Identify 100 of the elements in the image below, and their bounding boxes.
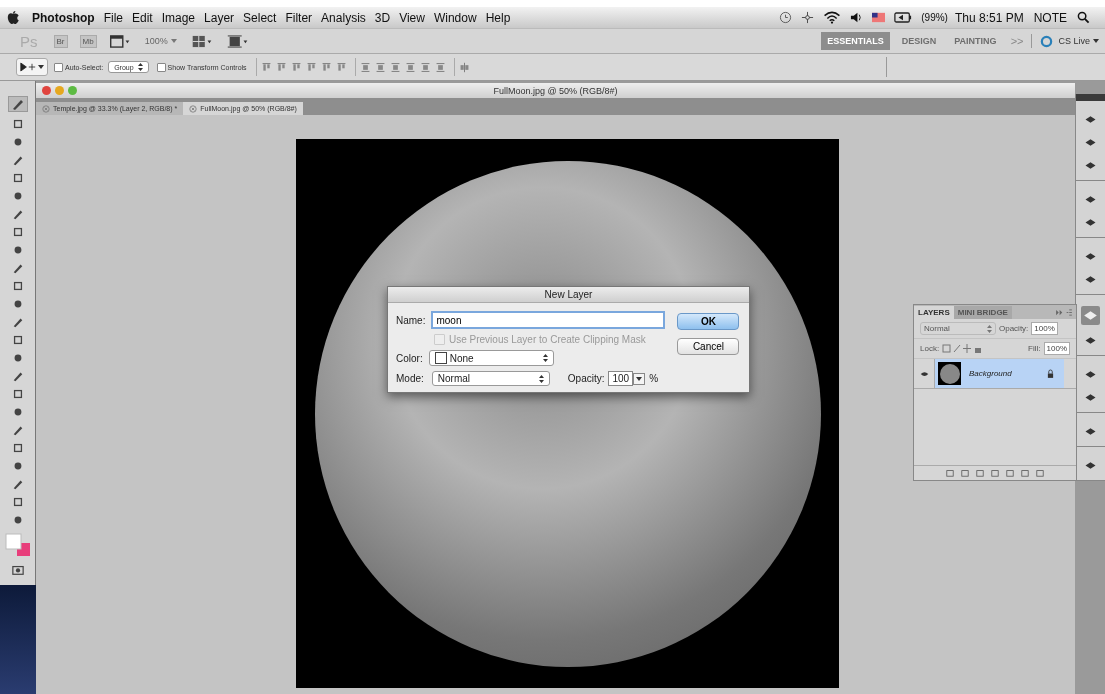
align-icon[interactable]	[260, 61, 272, 73]
align-icon[interactable]	[320, 61, 332, 73]
menu-item[interactable]: Window	[433, 10, 477, 25]
dialog-button[interactable]: OK	[677, 313, 740, 330]
distribute-icon[interactable]	[404, 61, 416, 73]
bridge-button[interactable]: Br	[53, 34, 68, 48]
move-tool-preset[interactable]	[16, 58, 48, 76]
field-label: Fill:	[1028, 344, 1041, 353]
tool-icon[interactable]	[11, 280, 24, 292]
menu-item[interactable]: File	[103, 10, 123, 25]
tool-icon[interactable]	[11, 388, 24, 400]
tool-icon[interactable]	[11, 208, 24, 220]
menu-item[interactable]: Analysis	[321, 10, 366, 25]
checkbox[interactable]	[54, 62, 63, 72]
menu-item[interactable]: Layer	[204, 10, 235, 25]
panel-tab[interactable]: LAYERS	[914, 306, 954, 319]
checkbox-label: Use Previous Layer to Create Clipping Mask	[449, 334, 646, 345]
screen-view-icon[interactable]	[108, 34, 131, 48]
menu-item[interactable]: View	[399, 10, 425, 25]
workspace-tab[interactable]: DESIGN	[895, 32, 943, 50]
opacity-field[interactable]: 100%	[1031, 322, 1058, 335]
ring-icon[interactable]	[1040, 34, 1054, 48]
close-button[interactable]	[42, 86, 51, 95]
app-menu[interactable]: Photoshop	[32, 10, 95, 25]
document-title: FullMoon.jpg @ 50% (RGB/8#)	[493, 85, 618, 96]
field-label: Lock:	[920, 344, 940, 353]
tool-icon[interactable]	[11, 154, 24, 166]
distribute-icon[interactable]	[389, 61, 401, 73]
align-icon[interactable]	[275, 61, 287, 73]
layer-row[interactable]: Background	[935, 359, 1064, 388]
field-label: Name:	[396, 314, 426, 326]
fill-field[interactable]: 100%	[1043, 342, 1070, 355]
dialog-button[interactable]: Cancel	[677, 338, 740, 355]
up-down-arrows-icon	[137, 63, 143, 71]
distribute-icon[interactable]	[434, 61, 446, 73]
checkbox[interactable]	[156, 62, 166, 72]
battery-percent: (99%)	[921, 12, 948, 23]
distribute-icon[interactable]	[419, 61, 431, 73]
menu-item[interactable]: 3D	[374, 10, 391, 25]
layer-name: Background	[969, 369, 1013, 378]
color-dropdown[interactable]: None	[428, 350, 554, 366]
move-tool-icon	[20, 62, 36, 72]
tool-icon[interactable]	[11, 118, 24, 130]
caret-icon	[1093, 39, 1099, 43]
tool-icon[interactable]	[11, 478, 24, 490]
search-icon[interactable]	[1077, 11, 1090, 24]
menu-item[interactable]: Filter	[285, 10, 313, 25]
align-icon[interactable]	[335, 61, 347, 73]
tool-icon[interactable]	[11, 442, 24, 454]
panel-menu-icon[interactable]	[1055, 309, 1073, 316]
wifi-icon[interactable]	[823, 11, 842, 24]
user-name[interactable]: NOTE	[1033, 10, 1067, 25]
mode-dropdown[interactable]: Normal	[431, 371, 550, 386]
blend-mode-dropdown[interactable]: Normal	[920, 322, 996, 335]
tool-icon[interactable]	[11, 316, 24, 328]
dock-header	[1076, 94, 1105, 101]
tool-icon[interactable]	[11, 370, 24, 382]
field-label: Color:	[396, 352, 423, 364]
opacity-dropdown[interactable]	[633, 372, 646, 385]
tool-icon[interactable]	[11, 424, 24, 436]
align-icon[interactable]	[305, 61, 317, 73]
tool-icon[interactable]	[11, 226, 24, 238]
color-swatches-icon[interactable]	[4, 533, 31, 557]
opacity-field[interactable]: 100	[608, 371, 634, 386]
distribute-icon[interactable]	[359, 61, 371, 73]
tool-icon[interactable]	[7, 96, 28, 112]
up-down-arrows-icon	[538, 374, 544, 383]
menu-item[interactable]: Help	[485, 10, 511, 25]
lock-options-icon[interactable]	[942, 344, 983, 353]
name-input-field[interactable]: moon	[431, 311, 666, 329]
cs-live-menu[interactable]: CS Live	[1058, 36, 1099, 46]
menu-item[interactable]: Edit	[132, 10, 153, 25]
align-icon[interactable]	[290, 61, 302, 73]
layer-thumbnail	[938, 362, 961, 385]
workspace-tab[interactable]: PAINTING	[948, 32, 1003, 50]
arrange-icon[interactable]	[190, 34, 213, 48]
mini-bridge-button[interactable]: Mb	[79, 34, 97, 48]
caret-icon	[170, 39, 177, 43]
clock-text[interactable]: Thu 8:51 PM	[954, 10, 1024, 25]
distribute-icon[interactable]	[374, 61, 386, 73]
eye-icon[interactable]	[919, 370, 929, 377]
tool-icon[interactable]	[11, 334, 24, 346]
speaker-icon[interactable]	[850, 11, 864, 24]
dialog-title: New Layer	[388, 287, 749, 303]
field-label: Opacity:	[567, 373, 605, 384]
quick-mask-icon[interactable]	[11, 564, 24, 576]
apple-icon[interactable]	[6, 10, 20, 25]
zoom-dropdown[interactable]: 100%	[144, 36, 177, 46]
tool-icon[interactable]	[11, 172, 24, 184]
auto-align-icon[interactable]	[458, 61, 470, 73]
flag-icon[interactable]	[872, 11, 886, 24]
tool-icon[interactable]	[11, 262, 24, 274]
tool-icon[interactable]	[11, 496, 24, 508]
menu-item[interactable]: Image	[161, 10, 196, 25]
crosshair-icon[interactable]	[801, 11, 815, 24]
clock-icon[interactable]	[779, 11, 793, 24]
percent-sign: %	[649, 373, 659, 384]
screen-mode-icon[interactable]	[226, 34, 249, 48]
menu-item[interactable]: Select	[243, 10, 277, 25]
battery-icon[interactable]	[894, 11, 913, 24]
